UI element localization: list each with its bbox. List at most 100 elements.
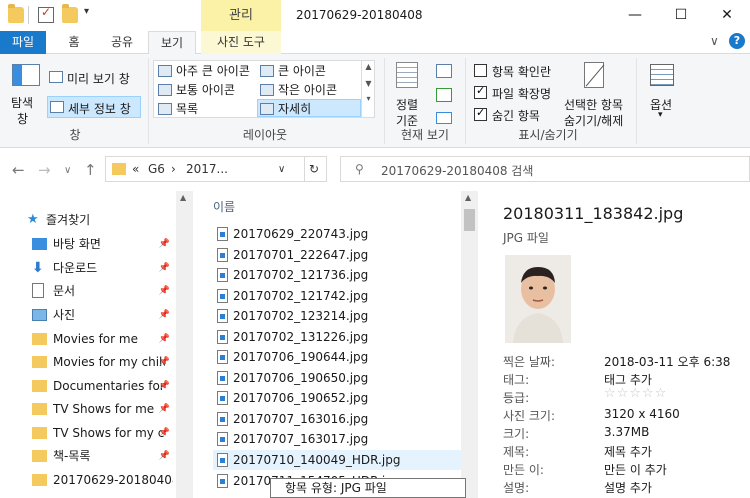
address-overflow-icon[interactable]: « xyxy=(132,162,139,176)
file-row[interactable]: 20170707_163017.jpg xyxy=(213,429,461,449)
folder-icon xyxy=(32,333,47,345)
nav-pictures[interactable]: 사진 📌 xyxy=(28,304,174,326)
file-row[interactable]: 20170702_123214.jpg xyxy=(213,306,461,326)
group-by-icon[interactable] xyxy=(436,64,452,78)
add-columns-icon[interactable] xyxy=(436,88,452,102)
nav-desktop[interactable]: 바탕 화면 📌 xyxy=(28,233,174,255)
tab-file[interactable]: 파일 xyxy=(0,31,46,54)
layout-gallery: 아주 큰 아이콘 큰 아이콘 보통 아이콘 작은 아이콘 목록 자세히 xyxy=(153,60,375,118)
layout-large-icons[interactable]: 큰 아이콘 xyxy=(258,62,326,80)
back-arrow-icon[interactable]: ← xyxy=(12,161,25,179)
pin-icon[interactable]: 📌 xyxy=(159,398,170,420)
file-row[interactable]: 20170701_222647.jpg xyxy=(213,245,461,265)
hidden-items-checkbox[interactable] xyxy=(474,106,487,121)
pin-icon[interactable]: 📌 xyxy=(159,422,170,444)
layout-details[interactable]: 자세히 xyxy=(257,99,361,117)
scroll-up-icon[interactable]: ▲ xyxy=(180,193,186,202)
up-arrow-icon[interactable]: ↑ xyxy=(84,161,97,179)
breadcrumb-g6[interactable]: G6 xyxy=(148,162,165,176)
file-list-scrollbar[interactable]: ▲ xyxy=(461,191,478,498)
address-bar[interactable]: « G6 › 2017... ∨ ↻ xyxy=(105,156,327,182)
pin-icon[interactable]: 📌 xyxy=(159,280,170,302)
nav-documents[interactable]: 문서 📌 xyxy=(28,280,174,302)
hidden-items-toggle[interactable]: 숨긴 항목 xyxy=(474,106,560,124)
size-columns-icon[interactable] xyxy=(436,112,452,124)
prop-comments-value[interactable]: 설명 추가 xyxy=(604,479,652,496)
pin-icon[interactable]: 📌 xyxy=(159,328,170,350)
pin-icon[interactable]: 📌 xyxy=(159,233,170,255)
nav-folder-item[interactable]: Documentaries for me 📌 xyxy=(28,375,174,397)
layout-list[interactable]: 목록 xyxy=(156,100,198,118)
ribbon-expand-icon[interactable]: ∨ xyxy=(710,34,719,48)
rating-stars-icon[interactable]: ☆☆☆☆☆ xyxy=(604,386,667,401)
forward-arrow-icon[interactable]: → xyxy=(38,161,51,179)
item-checkboxes-toggle[interactable]: 항목 확인란 xyxy=(474,62,560,80)
details-pane-button[interactable]: 세부 정보 창 xyxy=(47,96,141,118)
nav-pane-scrollbar[interactable]: ▲ xyxy=(176,191,193,498)
preview-pane-button[interactable]: 미리 보기 창 xyxy=(47,68,143,88)
layout-scroll-down-icon[interactable]: ▼ xyxy=(362,79,375,88)
search-box[interactable]: ⚲ 20170629-20180408 검색 xyxy=(340,156,750,182)
tab-picture-tools[interactable]: 사진 도구 xyxy=(201,31,281,54)
address-dropdown-icon[interactable]: ∨ xyxy=(278,164,285,175)
nav-folder-item[interactable]: TV Shows for my child 📌 xyxy=(28,422,174,444)
help-icon[interactable]: ? xyxy=(729,33,745,49)
nav-folder-item[interactable]: TV Shows for me 📌 xyxy=(28,398,174,420)
file-row[interactable]: 20170707_163016.jpg xyxy=(213,409,461,429)
layout-small-icons[interactable]: 작은 아이콘 xyxy=(258,81,337,99)
tab-view[interactable]: 보기 xyxy=(148,31,196,55)
search-input[interactable]: 20170629-20180408 검색 xyxy=(381,162,533,179)
nav-folder-item[interactable]: Movies for my child 📌 xyxy=(28,351,174,373)
properties-icon[interactable] xyxy=(38,5,54,23)
file-extensions-toggle[interactable]: 파일 확장명 xyxy=(474,84,560,102)
nav-downloads[interactable]: ⬇ 다운로드 📌 xyxy=(28,257,174,279)
nav-pane-button[interactable]: 탐색 창 xyxy=(8,60,44,126)
file-row[interactable]: 20170702_121742.jpg xyxy=(213,286,461,306)
file-row[interactable]: 20170706_190652.jpg xyxy=(213,388,461,408)
breadcrumb-separator-icon[interactable]: › xyxy=(171,162,176,176)
column-header-name[interactable]: 이름 xyxy=(213,198,235,215)
options-button[interactable]: 옵션 ▾ xyxy=(642,60,682,128)
nav-folder-item[interactable]: 20170629-20180408 xyxy=(28,469,174,491)
file-row[interactable]: 20170702_121736.jpg xyxy=(213,265,461,285)
file-row[interactable]: 20170706_190644.jpg xyxy=(213,347,461,367)
close-button[interactable]: ✕ xyxy=(704,0,750,31)
new-folder-icon[interactable] xyxy=(62,4,78,23)
file-extensions-checkbox[interactable] xyxy=(474,84,487,99)
qat-dropdown-icon[interactable]: ▾ xyxy=(84,6,89,17)
scroll-up-icon[interactable]: ▲ xyxy=(465,193,471,202)
item-checkboxes-checkbox[interactable] xyxy=(474,64,487,77)
details-filetype: JPG 파일 xyxy=(503,231,549,245)
file-row[interactable]: 20170629_220743.jpg xyxy=(213,224,461,244)
tab-manage[interactable]: 관리 xyxy=(201,0,281,31)
nav-quick-access[interactable]: ★ 즐겨찾기 xyxy=(24,209,170,231)
layout-extra-large-icons[interactable]: 아주 큰 아이콘 xyxy=(156,62,250,80)
maximize-button[interactable]: ☐ xyxy=(658,0,704,31)
layout-scroll[interactable]: ▲ ▼ ▾ xyxy=(361,60,375,118)
prop-authors-value[interactable]: 만든 이 추가 xyxy=(604,461,667,478)
breadcrumb-current[interactable]: 2017... xyxy=(186,162,228,176)
recent-locations-icon[interactable]: ∨ xyxy=(64,165,71,176)
refresh-icon[interactable]: ↻ xyxy=(304,157,319,181)
pin-icon[interactable]: 📌 xyxy=(159,445,170,467)
pin-icon[interactable]: 📌 xyxy=(159,351,170,373)
pin-icon[interactable]: 📌 xyxy=(159,304,170,326)
minimize-button[interactable]: — xyxy=(612,0,658,31)
layout-more-icon[interactable]: ▾ xyxy=(362,94,375,103)
layout-medium-icons[interactable]: 보통 아이콘 xyxy=(156,81,235,99)
nav-folder-item[interactable]: 책-목록 📌 xyxy=(28,445,174,467)
file-row[interactable]: 20170706_190650.jpg xyxy=(213,368,461,388)
layout-scroll-up-icon[interactable]: ▲ xyxy=(362,62,375,71)
nav-folder-item[interactable]: Movies for me 📌 xyxy=(28,328,174,350)
prop-title-value[interactable]: 제목 추가 xyxy=(604,443,652,460)
file-row[interactable]: 20170702_131226.jpg xyxy=(213,327,461,347)
pin-icon[interactable]: 📌 xyxy=(159,257,170,279)
folder-icon xyxy=(8,4,24,23)
hide-selected-button[interactable]: 선택한 항목 숨기기/해제 xyxy=(562,60,630,128)
file-row-selected[interactable]: 20170710_140049_HDR.jpg xyxy=(213,450,461,470)
tab-home[interactable]: 홈 xyxy=(58,31,90,54)
sort-by-button[interactable]: 정렬 기준 xyxy=(390,60,426,128)
tab-share[interactable]: 공유 xyxy=(102,31,142,54)
pin-icon[interactable]: 📌 xyxy=(159,375,170,397)
scroll-thumb[interactable] xyxy=(464,209,475,231)
